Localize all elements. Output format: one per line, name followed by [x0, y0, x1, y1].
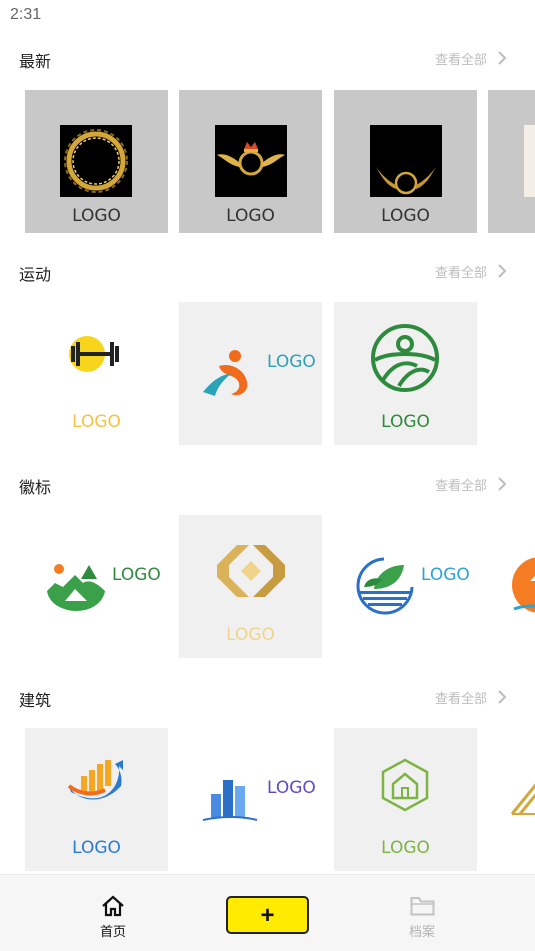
logo-row-emblem: LOGO LOGO LOGO — [0, 515, 535, 660]
logo-text: LOGO — [381, 838, 430, 858]
logo-text: LOGO — [72, 838, 121, 858]
chevron-right-icon[interactable] — [495, 48, 509, 68]
palm-sun-icon — [512, 557, 535, 613]
section-title: 徽标 — [19, 478, 52, 497]
nav-archive[interactable]: 档案 — [382, 875, 462, 951]
chevron-right-icon[interactable] — [495, 261, 509, 281]
nav-home-label: 首页 — [99, 925, 126, 940]
add-button-label: + — [260, 902, 275, 929]
see-all-link[interactable]: 查看全部 — [435, 688, 487, 707]
nav-archive-label: 档案 — [408, 925, 435, 940]
chevron-right-icon[interactable] — [495, 474, 509, 494]
bottom-navigation: 首页 + 档案 — [0, 874, 535, 951]
section-title: 运动 — [19, 265, 52, 284]
logo-text: LOGO — [72, 206, 121, 226]
gold-wreath-ring-icon — [60, 125, 132, 197]
section-header-emblem: 徽标 查看全部 — [0, 470, 535, 500]
logo-text: LOGO — [381, 206, 430, 226]
logo-card[interactable]: LOGO — [334, 90, 477, 233]
section-title: 建筑 — [19, 691, 52, 710]
logo-card[interactable]: LOGO — [334, 728, 477, 871]
see-all-link[interactable]: 查看全部 — [435, 49, 487, 68]
logo-card[interactable]: LOGO — [25, 515, 168, 658]
leaf-wave-circle-icon — [356, 557, 414, 615]
see-all-link[interactable]: 查看全部 — [435, 262, 487, 281]
logo-text: LOGO — [267, 778, 316, 798]
folder-icon — [410, 897, 435, 916]
winged-crown-ring-icon — [215, 125, 287, 197]
dumbbell-icon — [69, 336, 119, 372]
gold-roof-lines-icon — [510, 783, 535, 815]
logo-thumbnail — [524, 125, 535, 197]
logo-card[interactable] — [488, 728, 535, 871]
logo-text: LOGO — [226, 625, 275, 645]
logo-card[interactable]: LOGO — [25, 728, 168, 871]
growth-chart-swoosh-icon — [67, 760, 123, 800]
logo-card[interactable]: LOGO — [334, 302, 477, 445]
logo-card[interactable]: LOGO — [25, 302, 168, 445]
logo-card[interactable] — [488, 515, 535, 658]
section-header-architecture: 建筑 查看全部 — [0, 683, 535, 713]
section-header-latest: 最新 查看全部 — [0, 44, 535, 74]
logo-card[interactable] — [488, 90, 535, 233]
logo-text: LOGO — [267, 352, 316, 372]
logo-text: LOGO — [421, 565, 470, 585]
home-icon — [102, 895, 124, 917]
logo-text: LOGO — [381, 412, 430, 432]
mountain-person-circle-icon — [371, 324, 439, 392]
winged-circle-icon — [370, 125, 442, 197]
logo-card[interactable]: LOGO — [179, 90, 322, 233]
gold-chain-link-icon — [217, 545, 285, 597]
logo-card[interactable]: LOGO — [25, 90, 168, 233]
runner-figure-icon — [203, 350, 248, 396]
status-time: 2:31 — [10, 6, 42, 23]
section-header-sports: 运动 查看全部 — [0, 257, 535, 287]
logo-card[interactable]: LOGO — [334, 515, 477, 658]
status-bar: 2:31 — [0, 0, 535, 30]
nav-home[interactable]: 首页 — [73, 875, 153, 951]
buildings-icon — [202, 780, 258, 821]
logo-card[interactable]: LOGO — [179, 302, 322, 445]
logo-row-latest: LOGO LOGO LOGO — [0, 90, 535, 235]
logo-row-architecture: LOGO LOGO LOGO — [0, 728, 535, 873]
logo-text: LOGO — [112, 565, 161, 585]
logo-text: LOGO — [226, 206, 275, 226]
see-all-link[interactable]: 查看全部 — [435, 475, 487, 494]
mountain-landscape-icon — [47, 564, 105, 611]
logo-row-sports: LOGO LOGO LOGO — [0, 302, 535, 447]
add-button[interactable]: + — [226, 896, 309, 934]
logo-card[interactable]: LOGO — [179, 728, 322, 871]
section-title: 最新 — [19, 52, 52, 71]
chevron-right-icon[interactable] — [495, 687, 509, 707]
logo-text: LOGO — [72, 412, 121, 432]
logo-card[interactable]: LOGO — [179, 515, 322, 658]
hexagon-house-icon — [381, 758, 429, 812]
